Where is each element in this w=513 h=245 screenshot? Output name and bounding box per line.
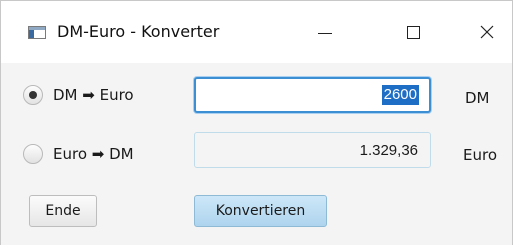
app-window: DM-Euro - Konverter DM ➡ Euro Euro ➡ DM … [0, 0, 513, 245]
close-icon [480, 25, 494, 39]
app-window-icon [28, 26, 46, 39]
end-button[interactable]: Ende [29, 195, 97, 227]
convert-button[interactable]: Konvertieren [194, 195, 327, 227]
window-title: DM-Euro - Konverter [57, 22, 220, 41]
input-unit-label: DM [465, 89, 490, 107]
radio-euro-to-dm[interactable]: Euro ➡ DM [23, 144, 134, 164]
minimize-icon [318, 32, 332, 34]
maximize-icon [406, 25, 420, 39]
converter-panel: DM ➡ Euro Euro ➡ DM 2600 DM 1.329,36 Eur… [1, 63, 512, 245]
result-field: 1.329,36 [194, 132, 431, 168]
title-bar: DM-Euro - Konverter [1, 1, 512, 63]
output-unit-label: Euro [463, 146, 497, 164]
close-button[interactable] [467, 16, 507, 48]
amount-input[interactable] [194, 77, 431, 113]
radio-label-euro-to-dm: Euro ➡ DM [53, 145, 134, 163]
radio-button-unselected[interactable] [23, 144, 43, 164]
radio-label-dm-to-euro: DM ➡ Euro [53, 86, 134, 104]
maximize-button[interactable] [393, 16, 433, 48]
radio-button-selected[interactable] [23, 85, 43, 105]
minimize-button[interactable] [305, 16, 345, 48]
radio-dm-to-euro[interactable]: DM ➡ Euro [23, 85, 134, 105]
